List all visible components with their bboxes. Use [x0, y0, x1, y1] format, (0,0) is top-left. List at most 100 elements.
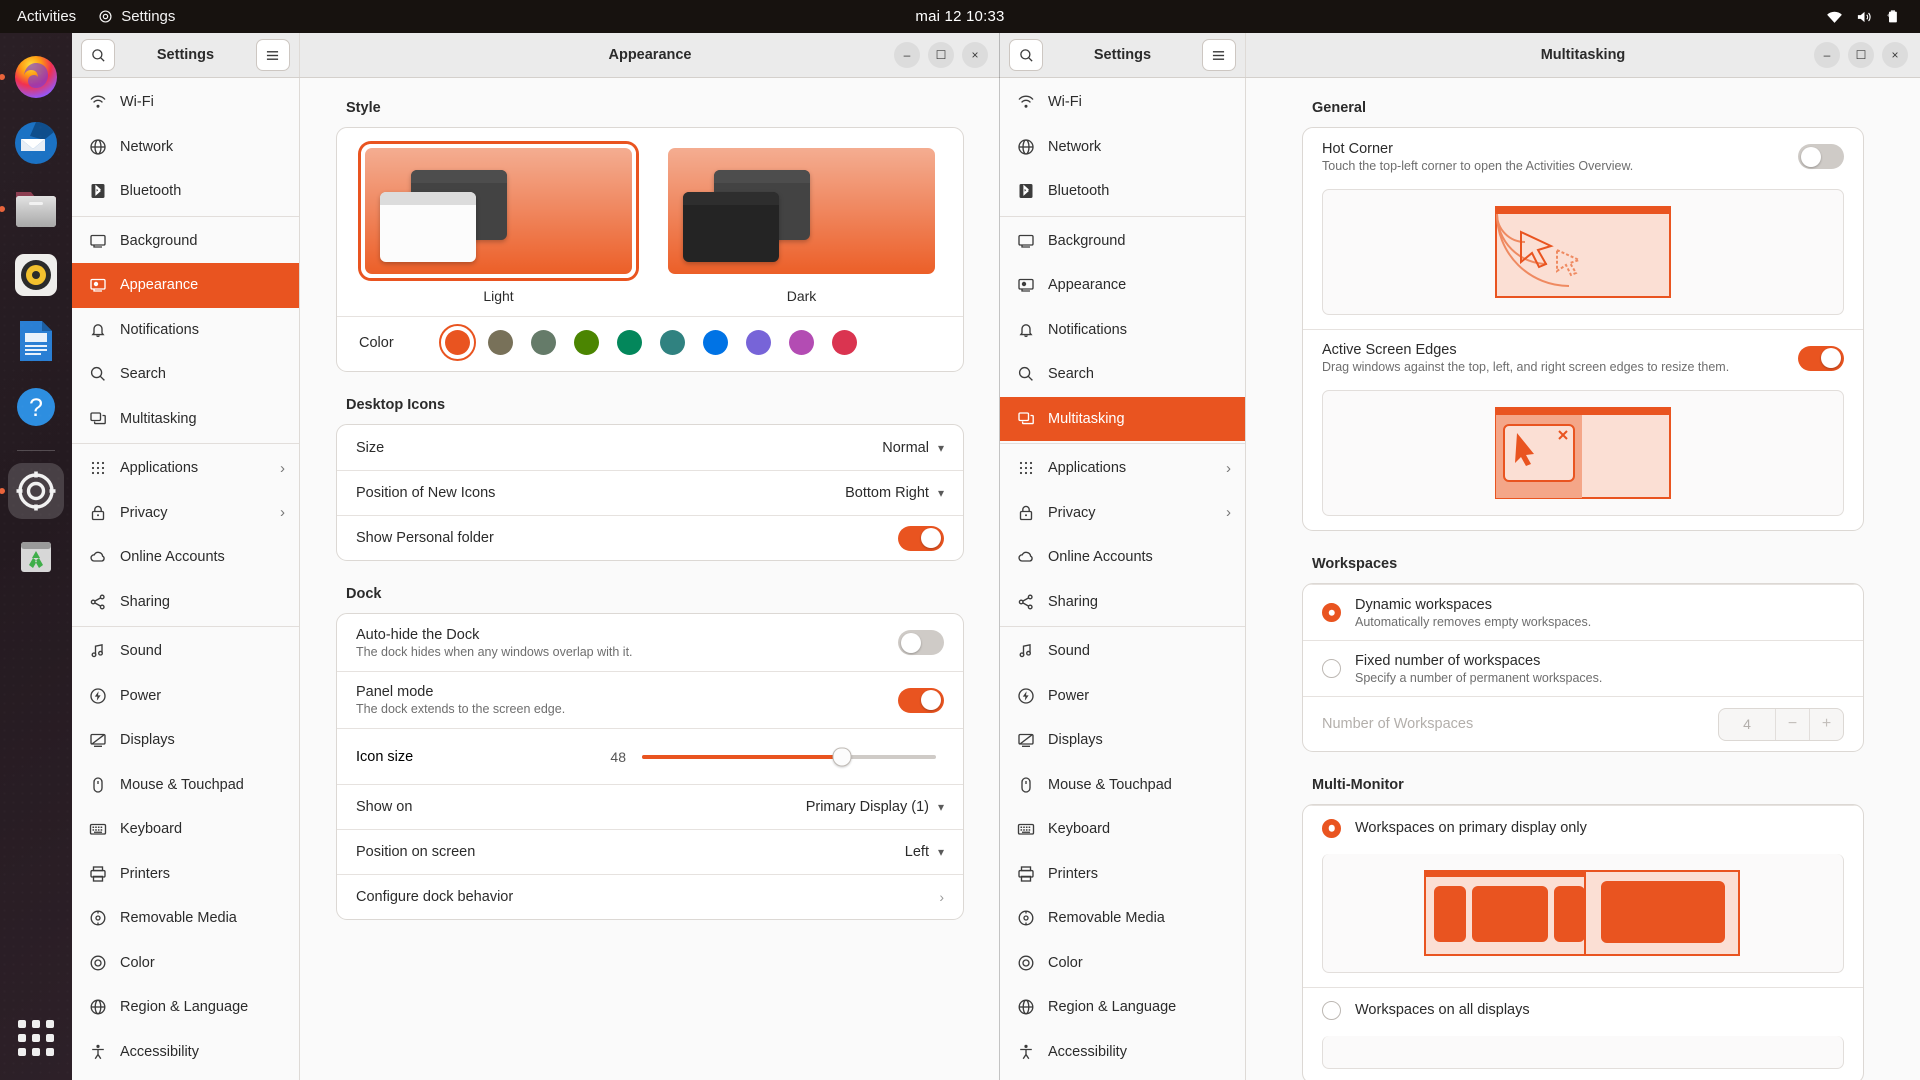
row-workspaces-primary-display[interactable]: Workspaces on primary display only	[1303, 805, 1863, 850]
sidebar-item-multitasking[interactable]: Multitasking	[72, 397, 299, 442]
search-button[interactable]	[1009, 39, 1043, 71]
maximize-button[interactable]: ☐	[928, 42, 954, 68]
main-menu-button[interactable]	[255, 39, 290, 71]
sidebar-item-sound[interactable]: Sound	[72, 629, 299, 674]
settings-sidebar[interactable]: Wi-Fi Network Bluetooth Background Appearanc…	[72, 78, 300, 1080]
auto-hide-switch[interactable]	[898, 630, 944, 655]
search-button[interactable]	[81, 39, 115, 71]
dock-item-thunderbird[interactable]	[8, 115, 64, 171]
sidebar-item-bluetooth[interactable]: Bluetooth	[72, 169, 299, 214]
sidebar-item-privacy[interactable]: Privacy ›	[1000, 491, 1245, 536]
sidebar-item-mouse-touchpad[interactable]: Mouse & Touchpad	[1000, 763, 1245, 808]
color-swatch-purple[interactable]	[746, 330, 771, 355]
increment-button[interactable]: +	[1809, 708, 1843, 740]
sidebar-item-keyboard[interactable]: Keyboard	[1000, 807, 1245, 852]
color-swatch-red[interactable]	[832, 330, 857, 355]
main-menu-button[interactable]	[1201, 39, 1236, 71]
fixed-workspaces-radio[interactable]	[1322, 659, 1341, 678]
color-swatch-viridian[interactable]	[617, 330, 642, 355]
color-swatch-prussian-green[interactable]	[660, 330, 685, 355]
row-workspaces-all-displays[interactable]: Workspaces on all displays	[1303, 987, 1863, 1032]
dock-item-rhythmbox[interactable]	[8, 247, 64, 303]
dock-icon-size-slider[interactable]	[642, 747, 936, 766]
sidebar-item-multitasking[interactable]: Multitasking	[1000, 396, 1245, 441]
sidebar-item-online-accounts[interactable]: Online Accounts	[1000, 535, 1245, 580]
sidebar-item-accessibility[interactable]: Accessibility	[72, 1030, 299, 1075]
sidebar-item-removable-media[interactable]: Removable Media	[72, 896, 299, 941]
sidebar-item-search[interactable]: Search	[1000, 352, 1245, 397]
sidebar-item-applications[interactable]: Applications ›	[72, 446, 299, 491]
sidebar-item-appearance[interactable]: Appearance	[1000, 263, 1245, 308]
row-auto-hide-dock[interactable]: Auto-hide the Dock The dock hides when a…	[337, 614, 963, 671]
sidebar-item-wi-fi[interactable]: Wi-Fi	[1000, 80, 1245, 125]
dock-item-help[interactable]: ?	[8, 379, 64, 435]
color-swatch-bark[interactable]	[488, 330, 513, 355]
style-option-dark[interactable]: Dark	[664, 144, 939, 308]
row-active-screen-edges[interactable]: Active Screen Edges Drag windows against…	[1303, 329, 1863, 386]
dock-item-libreoffice-writer[interactable]	[8, 313, 64, 369]
close-button[interactable]: ×	[1882, 42, 1908, 68]
sidebar-item-color[interactable]: Color	[72, 941, 299, 986]
color-swatch-olive[interactable]	[574, 330, 599, 355]
sidebar-item-printers[interactable]: Printers	[1000, 852, 1245, 897]
row-position-new-icons[interactable]: Position of New Icons Bottom Right ▾	[337, 470, 963, 515]
sidebar-item-background[interactable]: Background	[1000, 219, 1245, 264]
settings-sidebar[interactable]: Wi-Fi Network Bluetooth Background Appearanc…	[1000, 78, 1246, 1080]
color-swatch-sage[interactable]	[531, 330, 556, 355]
row-dynamic-workspaces[interactable]: Dynamic workspaces Automatically removes…	[1303, 584, 1863, 640]
sidebar-item-online-accounts[interactable]: Online Accounts	[72, 535, 299, 580]
color-swatches[interactable]	[439, 324, 857, 361]
sidebar-item-power[interactable]: Power	[1000, 674, 1245, 719]
sidebar-item-sound[interactable]: Sound	[1000, 629, 1245, 674]
decrement-button[interactable]: −	[1775, 708, 1809, 740]
color-swatch-magenta[interactable]	[789, 330, 814, 355]
sidebar-item-sharing[interactable]: Sharing	[1000, 580, 1245, 625]
sidebar-item-background[interactable]: Background	[72, 219, 299, 264]
sidebar-item-notifications[interactable]: Notifications	[1000, 308, 1245, 353]
sidebar-item-region-language[interactable]: Region & Language	[72, 985, 299, 1030]
row-fixed-workspaces[interactable]: Fixed number of workspaces Specify a num…	[1303, 640, 1863, 696]
panel-mode-switch[interactable]	[898, 687, 944, 713]
minimize-button[interactable]: –	[1814, 42, 1840, 68]
dock-item-files[interactable]	[8, 181, 64, 237]
sidebar-item-region-language[interactable]: Region & Language	[1000, 985, 1245, 1030]
color-swatch-orange[interactable]	[439, 324, 476, 361]
sidebar-item-color[interactable]: Color	[1000, 941, 1245, 986]
row-show-personal-folder[interactable]: Show Personal folder	[337, 515, 963, 560]
all-displays-radio[interactable]	[1322, 1000, 1341, 1020]
row-panel-mode[interactable]: Panel mode The dock extends to the scree…	[337, 671, 963, 728]
maximize-button[interactable]: ☐	[1848, 42, 1874, 68]
sidebar-item-privacy[interactable]: Privacy ›	[72, 491, 299, 536]
sidebar-item-appearance[interactable]: Appearance	[72, 263, 299, 308]
number-of-workspaces-stepper[interactable]: 4 − +	[1718, 707, 1844, 741]
hot-corner-switch[interactable]	[1798, 144, 1844, 169]
sidebar-item-displays[interactable]: Displays	[1000, 718, 1245, 763]
dock-item-trash[interactable]	[8, 529, 64, 585]
row-configure-dock-behavior[interactable]: Configure dock behavior ›	[337, 874, 963, 919]
row-position-on-screen[interactable]: Position on screen Left ▾	[337, 829, 963, 874]
sidebar-item-network[interactable]: Network	[72, 125, 299, 170]
sidebar-item-power[interactable]: Power	[72, 674, 299, 719]
sidebar-item-keyboard[interactable]: Keyboard	[72, 807, 299, 852]
sidebar-item-displays[interactable]: Displays	[72, 718, 299, 763]
row-hot-corner[interactable]: Hot Corner Touch the top-left corner to …	[1303, 128, 1863, 185]
sidebar-item-accessibility[interactable]: Accessibility	[1000, 1030, 1245, 1075]
active-edges-switch[interactable]	[1798, 345, 1844, 371]
sidebar-item-search[interactable]: Search	[72, 352, 299, 397]
sidebar-item-bluetooth[interactable]: Bluetooth	[1000, 169, 1245, 214]
show-personal-folder-switch[interactable]	[898, 525, 944, 551]
sidebar-item-wi-fi[interactable]: Wi-Fi	[72, 80, 299, 125]
show-applications-button[interactable]	[8, 1010, 64, 1066]
color-swatch-blue[interactable]	[703, 330, 728, 355]
primary-display-radio[interactable]	[1322, 818, 1341, 838]
sidebar-item-removable-media[interactable]: Removable Media	[1000, 896, 1245, 941]
activities-button[interactable]: Activities	[17, 8, 76, 25]
row-icon-size[interactable]: Size Normal ▾	[337, 425, 963, 470]
style-option-light[interactable]: Light	[361, 144, 636, 308]
clock[interactable]: mai 12 10:33	[0, 8, 1920, 25]
row-dock-icon-size[interactable]: Icon size 48	[337, 728, 963, 784]
system-tray[interactable]	[1826, 9, 1920, 24]
sidebar-item-notifications[interactable]: Notifications	[72, 308, 299, 353]
sidebar-item-mouse-touchpad[interactable]: Mouse & Touchpad	[72, 763, 299, 808]
close-button[interactable]: ×	[962, 42, 988, 68]
